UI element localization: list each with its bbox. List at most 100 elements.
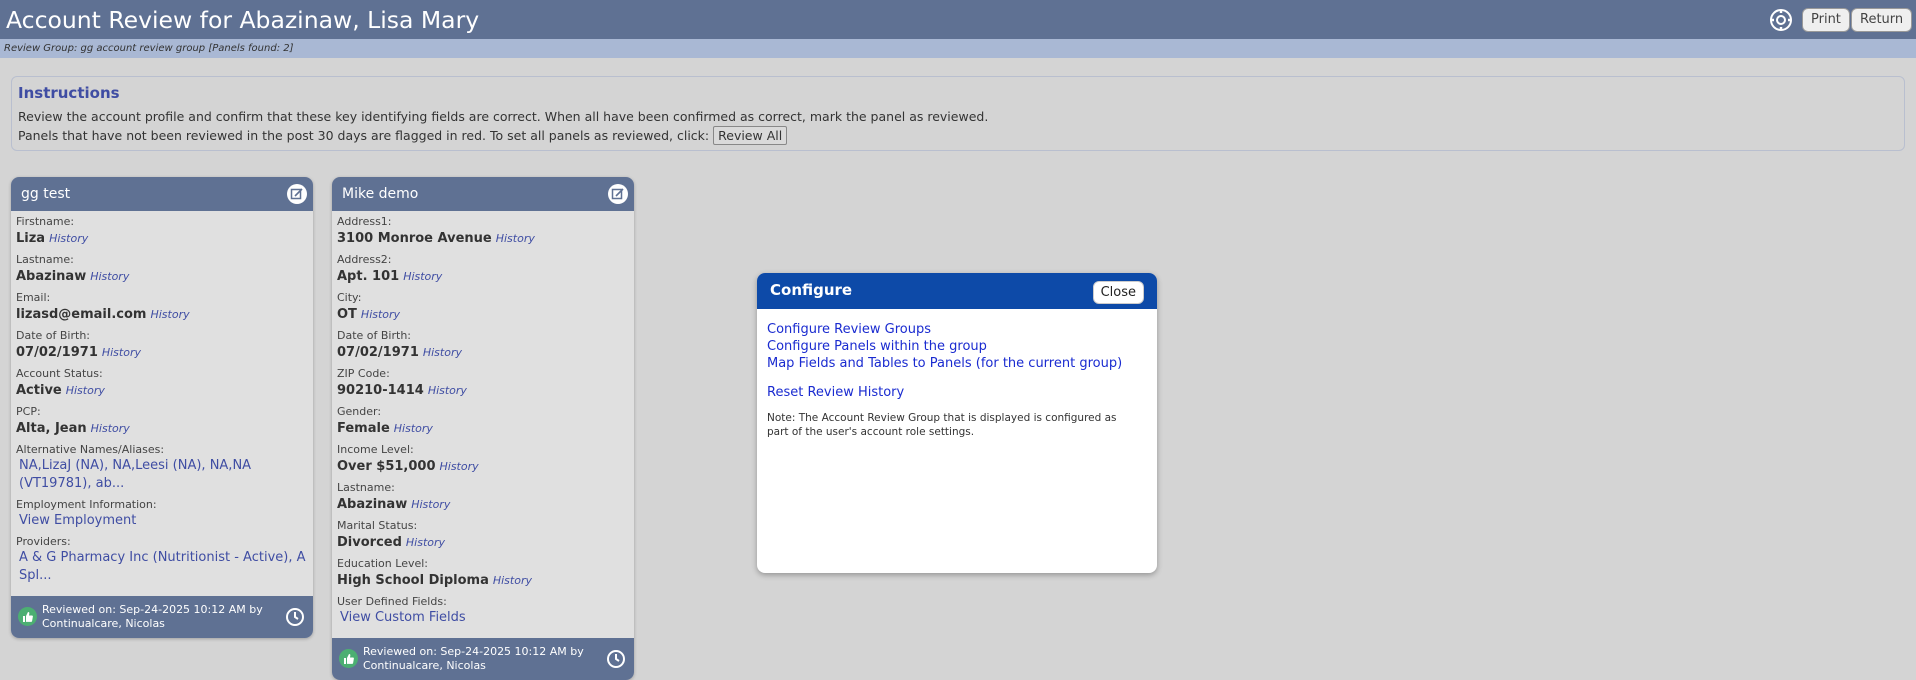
field-income: Income Level: Over $51,000 History [337, 443, 629, 476]
panel-title: Mike demo [342, 186, 419, 202]
history-link[interactable]: History [91, 422, 130, 435]
instructions-line-1: Review the account profile and confirm t… [18, 109, 989, 124]
field-lastname: Lastname: Abazinaw History [16, 253, 308, 286]
field-value: lizasd@email.com [16, 307, 147, 322]
history-link[interactable]: History [493, 574, 532, 587]
field-label: Gender: [337, 405, 382, 418]
history-link[interactable]: History [90, 270, 129, 283]
field-label: Date of Birth: [16, 329, 91, 342]
history-link[interactable]: History [440, 460, 479, 473]
field-label: Providers: [16, 535, 71, 548]
history-link[interactable]: History [394, 422, 433, 435]
top-bar: Account Review for Abazinaw, Lisa Mary P… [0, 0, 1916, 39]
field-label: City: [337, 291, 362, 304]
field-account-status: Account Status: Active History [16, 367, 308, 400]
reset-review-history-link[interactable]: Reset Review History [767, 384, 1147, 401]
history-link[interactable]: History [428, 384, 467, 397]
panel-header: gg test [11, 177, 313, 211]
history-link[interactable]: History [406, 536, 445, 549]
field-address1: Address1: 3100 Monroe Avenue History [337, 215, 629, 248]
history-link[interactable]: History [102, 346, 141, 359]
field-value: Over $51,000 [337, 459, 436, 474]
gear-icon[interactable] [1768, 7, 1794, 33]
field-label: Income Level: [337, 443, 414, 456]
page-title: Account Review for Abazinaw, Lisa Mary [6, 6, 480, 34]
review-all-button[interactable]: Review All [713, 126, 788, 145]
map-fields-link[interactable]: Map Fields and Tables to Panels (for the… [767, 355, 1147, 372]
field-pcp: PCP: Alta, Jean History [16, 405, 308, 438]
view-employment-link[interactable]: View Employment [16, 512, 308, 530]
instructions-box: Instructions Review the account profile … [11, 76, 1905, 151]
field-label: Lastname: [16, 253, 74, 266]
reviewed-info: Reviewed on: Sep-24-2025 10:12 AM by Con… [363, 645, 593, 673]
view-custom-fields-link[interactable]: View Custom Fields [337, 609, 629, 627]
review-group-subheader: Review Group: gg account review group [P… [0, 39, 1916, 58]
field-gender: Gender: Female History [337, 405, 629, 438]
field-label: Employment Information: [16, 498, 157, 511]
clock-icon[interactable] [285, 607, 305, 627]
field-lastname: Lastname: Abazinaw History [337, 481, 629, 514]
instructions-title: Instructions [18, 84, 120, 102]
providers-link[interactable]: A & G Pharmacy Inc (Nutritionist - Activ… [16, 549, 308, 585]
field-label: Firstname: [16, 215, 75, 228]
field-value: 07/02/1971 [337, 345, 419, 360]
reviewed-line-2: Continualcare, Nicolas [363, 659, 486, 672]
history-link[interactable]: History [423, 346, 462, 359]
reviewed-line-2: Continualcare, Nicolas [42, 617, 165, 630]
history-link[interactable]: History [403, 270, 442, 283]
field-dob: Date of Birth: 07/02/1971 History [16, 329, 308, 362]
field-user-defined: User Defined Fields: View Custom Fields [337, 595, 629, 627]
field-value: 3100 Monroe Avenue [337, 231, 492, 246]
panel-footer: Reviewed on: Sep-24-2025 10:12 AM by Con… [11, 596, 313, 638]
field-value: 90210-1414 [337, 383, 424, 398]
field-aliases: Alternative Names/Aliases: NA,LizaJ (NA)… [16, 443, 308, 493]
field-label: Date of Birth: [337, 329, 412, 342]
field-label: ZIP Code: [337, 367, 390, 380]
dialog-note: Note: The Account Review Group that is d… [767, 412, 1117, 438]
panel-title: gg test [21, 186, 71, 202]
field-value: Divorced [337, 535, 402, 550]
field-label: Marital Status: [337, 519, 418, 532]
return-button[interactable]: Return [1851, 8, 1913, 32]
field-value: Abazinaw [337, 497, 408, 512]
thumbs-up-icon[interactable] [18, 607, 37, 626]
configure-review-groups-link[interactable]: Configure Review Groups [767, 321, 1147, 338]
history-link[interactable]: History [496, 232, 535, 245]
configure-dialog: Configure Close Configure Review Groups … [757, 273, 1157, 573]
history-link[interactable]: History [361, 308, 400, 321]
edit-icon[interactable] [287, 184, 307, 204]
print-button[interactable]: Print [1802, 8, 1850, 32]
panel-header: Mike demo [332, 177, 634, 211]
field-label: Lastname: [337, 481, 395, 494]
history-link[interactable]: History [66, 384, 105, 397]
close-button[interactable]: Close [1092, 281, 1144, 304]
field-value: Abazinaw [16, 269, 87, 284]
configure-panels-link[interactable]: Configure Panels within the group [767, 338, 1147, 355]
field-dob: Date of Birth: 07/02/1971 History [337, 329, 629, 362]
instructions-line-2-text: Panels that have not been reviewed in th… [18, 128, 710, 143]
field-city: City: OT History [337, 291, 629, 324]
field-value: Active [16, 383, 62, 398]
field-firstname: Firstname: Liza History [16, 215, 308, 248]
aliases-link[interactable]: NA,LizaJ (NA), NA,Leesi (NA), NA,NA (VT1… [16, 457, 308, 493]
history-link[interactable]: History [150, 308, 189, 321]
field-email: Email: lizasd@email.com History [16, 291, 308, 324]
instructions-line-2: Panels that have not been reviewed in th… [18, 126, 1898, 145]
field-zip: ZIP Code: 90210-1414 History [337, 367, 629, 400]
field-employment: Employment Information: View Employment [16, 498, 308, 530]
field-label: Address1: [337, 215, 392, 228]
field-label: Account Status: [16, 367, 103, 380]
field-label: User Defined Fields: [337, 595, 447, 608]
edit-icon[interactable] [608, 184, 628, 204]
thumbs-up-icon[interactable] [339, 649, 358, 668]
field-label: Education Level: [337, 557, 429, 570]
field-address2: Address2: Apt. 101 History [337, 253, 629, 286]
field-value: Liza [16, 231, 46, 246]
reviewed-line-1: Reviewed on: Sep-24-2025 10:12 AM by [42, 603, 263, 616]
field-value: High School Diploma [337, 573, 489, 588]
history-link[interactable]: History [411, 498, 450, 511]
history-link[interactable]: History [49, 232, 88, 245]
field-value: OT [337, 307, 357, 322]
clock-icon[interactable] [606, 649, 626, 669]
